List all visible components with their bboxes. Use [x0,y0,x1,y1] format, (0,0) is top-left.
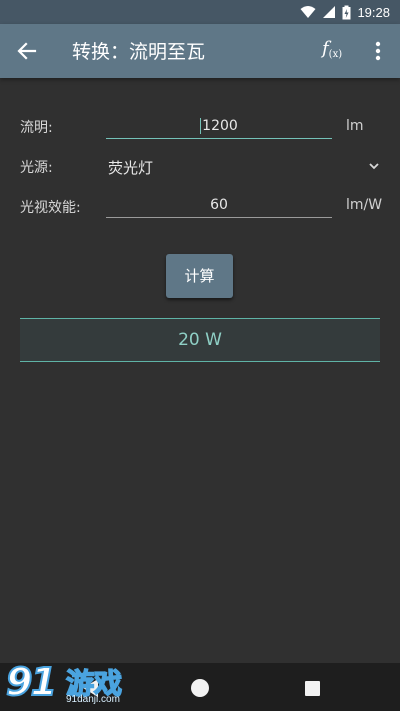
status-time: 19:28 [357,4,390,20]
page-title: 转换：流明至瓦 [72,41,206,63]
wifi-icon [300,6,316,18]
watermark-url: 91danji.com [66,694,120,705]
status-icons: 19:28 [300,3,390,21]
source-label: 光源: [20,160,53,176]
status-bar: 19:28 [0,0,400,24]
back-arrow-icon[interactable] [14,38,40,64]
efficacy-value: 60 [210,197,228,213]
lumen-unit: lm [346,118,364,134]
formula-icon-sub: (x) [328,49,343,60]
result-display: 20 W [20,318,380,362]
formula-button[interactable]: f(x) [322,38,350,64]
app-bar: 转换：流明至瓦 f(x) [0,24,400,78]
efficacy-label: 光视效能: [20,200,81,216]
nav-recent-icon[interactable] [305,681,320,696]
efficacy-input[interactable]: 60 [106,192,332,218]
more-options-icon[interactable] [370,40,386,62]
lumen-input[interactable]: 1200 [106,113,332,139]
watermark-logo: 91 游戏 91danji.com [4,659,144,708]
watermark-number: 91 [5,659,58,705]
battery-icon [342,5,351,19]
lumen-value: 1200 [202,118,238,134]
formula-icon-main: f [322,38,329,59]
source-select[interactable]: 荧光灯 [108,157,153,178]
signal-icon [323,6,336,18]
calculate-button[interactable]: 计算 [166,254,233,298]
chevron-down-icon[interactable] [368,160,380,172]
efficacy-unit: lm/W [346,197,383,213]
lumen-label: 流明: [20,120,53,136]
nav-home-icon[interactable] [191,679,209,697]
